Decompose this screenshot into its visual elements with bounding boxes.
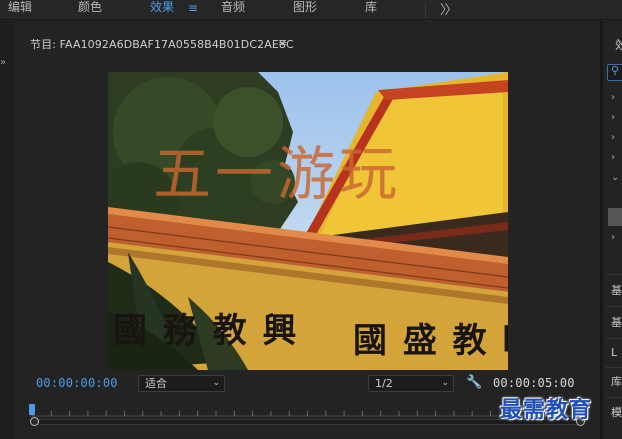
workspace-menu-icon[interactable]: ≡	[188, 1, 198, 15]
divider	[606, 338, 622, 339]
search-input[interactable]: ⚲	[607, 64, 622, 81]
workspace-tab-libraries[interactable]: 库	[365, 0, 377, 20]
resolution-select-value: 1/2	[375, 377, 393, 390]
chevron-right-icon[interactable]: ›	[611, 132, 615, 143]
program-monitor: 节目: FAA1092A6DBAF17A0558B4B01DC2AE8C ≡ 五…	[15, 21, 600, 439]
duration-timecode: 00:00:05:00	[493, 376, 575, 390]
zoom-scrollbar[interactable]	[33, 419, 581, 425]
search-icon: ⚲	[611, 64, 620, 77]
workspace-tab-effects[interactable]: 效果	[150, 0, 174, 20]
left-panel-strip: »	[0, 21, 14, 439]
workspace-tab-audio[interactable]: 音频	[221, 0, 245, 20]
hamburger-menu-icon[interactable]: ≡	[278, 36, 287, 49]
divider	[606, 367, 622, 368]
chevron-right-icon[interactable]: ›	[611, 112, 615, 123]
workspace-bar: 编辑 颜色 效果 ≡ 音频 图形 库 〉〉	[0, 0, 622, 20]
effects-panel: 效 ⚲ › › › › ⌄ › 基 基 L 库 模	[603, 21, 622, 439]
video-frame-image: 五一游玩 國 務 教 興 國 盛 教 旺	[108, 72, 508, 370]
chevron-down-icon: ⌄	[212, 378, 220, 388]
overlay-title: 五一游玩	[153, 140, 401, 208]
scrollbar-left-handle[interactable]	[30, 417, 39, 426]
double-chevron-right-icon[interactable]: 〉〉	[440, 0, 457, 18]
current-timecode[interactable]: 00:00:00:00	[36, 376, 118, 390]
resolution-select[interactable]: 1/2 ⌄	[368, 375, 454, 392]
wrench-icon[interactable]: 🔧	[466, 375, 482, 390]
panel-item-libraries[interactable]: 库	[611, 373, 622, 389]
panel-item-essential-sound[interactable]: 基	[611, 314, 622, 330]
divider	[606, 397, 622, 398]
wall-inscription-right: 國 盛 教 旺	[353, 321, 508, 361]
wall-inscription-left: 國 務 教 興	[113, 311, 299, 351]
watermark-logo: 最需教育	[500, 397, 593, 423]
divider	[606, 274, 622, 275]
chevron-down-icon[interactable]: ⌄	[611, 172, 619, 183]
zoom-select[interactable]: 适合 ⌄	[138, 375, 225, 392]
workspace-tab-edit[interactable]: 编辑	[8, 0, 32, 20]
divider	[606, 306, 622, 307]
monitor-header: 节目: FAA1092A6DBAF17A0558B4B01DC2AE8C ≡	[15, 21, 600, 51]
double-chevron-right-icon[interactable]: »	[0, 57, 6, 68]
playhead[interactable]	[29, 404, 35, 415]
selected-effect-row[interactable]	[608, 208, 622, 226]
panel-item-essential-graphics[interactable]: 基	[611, 282, 622, 298]
tab-separator	[425, 2, 426, 18]
zoom-select-value: 适合	[145, 377, 167, 390]
chevron-right-icon[interactable]: ›	[611, 232, 615, 243]
monitor-title[interactable]: 节目: FAA1092A6DBAF17A0558B4B01DC2AE8C	[30, 36, 294, 52]
panel-item-lumetri[interactable]: L	[611, 346, 617, 359]
workspace-tab-color[interactable]: 颜色	[78, 0, 102, 20]
chevron-right-icon[interactable]: ›	[611, 92, 615, 103]
chevron-right-icon[interactable]: ›	[611, 152, 615, 163]
video-frame[interactable]: 五一游玩 國 務 教 興 國 盛 教 旺	[108, 72, 508, 370]
effects-panel-title[interactable]: 效	[615, 36, 622, 53]
chevron-down-icon: ⌄	[441, 378, 449, 388]
workspace-tab-graphics[interactable]: 图形	[293, 0, 317, 20]
panel-item-templates[interactable]: 模	[611, 404, 622, 420]
